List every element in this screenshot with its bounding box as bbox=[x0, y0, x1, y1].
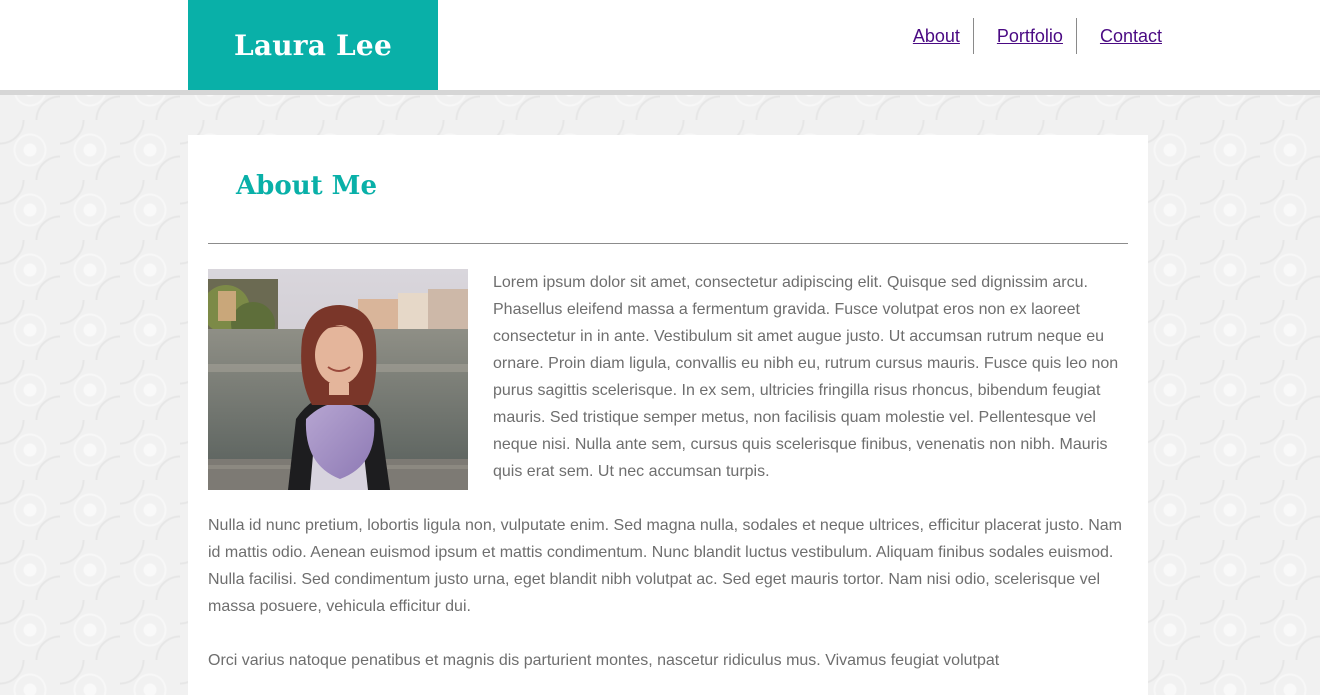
site-header: Laura Lee About Portfolio Contact bbox=[0, 0, 1320, 95]
nav-link-portfolio[interactable]: Portfolio bbox=[972, 18, 1076, 54]
title-divider bbox=[208, 243, 1128, 244]
content-card: About Me Lorem ipsum dolor sit amet, con… bbox=[188, 135, 1148, 695]
body-paragraph: Nulla id nunc pretium, lobortis ligula n… bbox=[208, 517, 1122, 615]
site-logo-text: Laura Lee bbox=[234, 28, 392, 62]
portrait-photo-icon bbox=[208, 269, 468, 490]
main-nav: About Portfolio Contact bbox=[913, 18, 1162, 54]
site-logo[interactable]: Laura Lee bbox=[188, 0, 438, 90]
nav-link-contact[interactable]: Contact bbox=[1075, 18, 1162, 54]
nav-link-about[interactable]: About bbox=[913, 18, 973, 54]
profile-photo bbox=[208, 269, 468, 490]
intro-paragraph: Lorem ipsum dolor sit amet, consectetur … bbox=[493, 274, 1119, 480]
page-title: About Me bbox=[236, 171, 377, 201]
body-paragraph: Orci varius natoque penatibus et magnis … bbox=[208, 652, 1000, 669]
